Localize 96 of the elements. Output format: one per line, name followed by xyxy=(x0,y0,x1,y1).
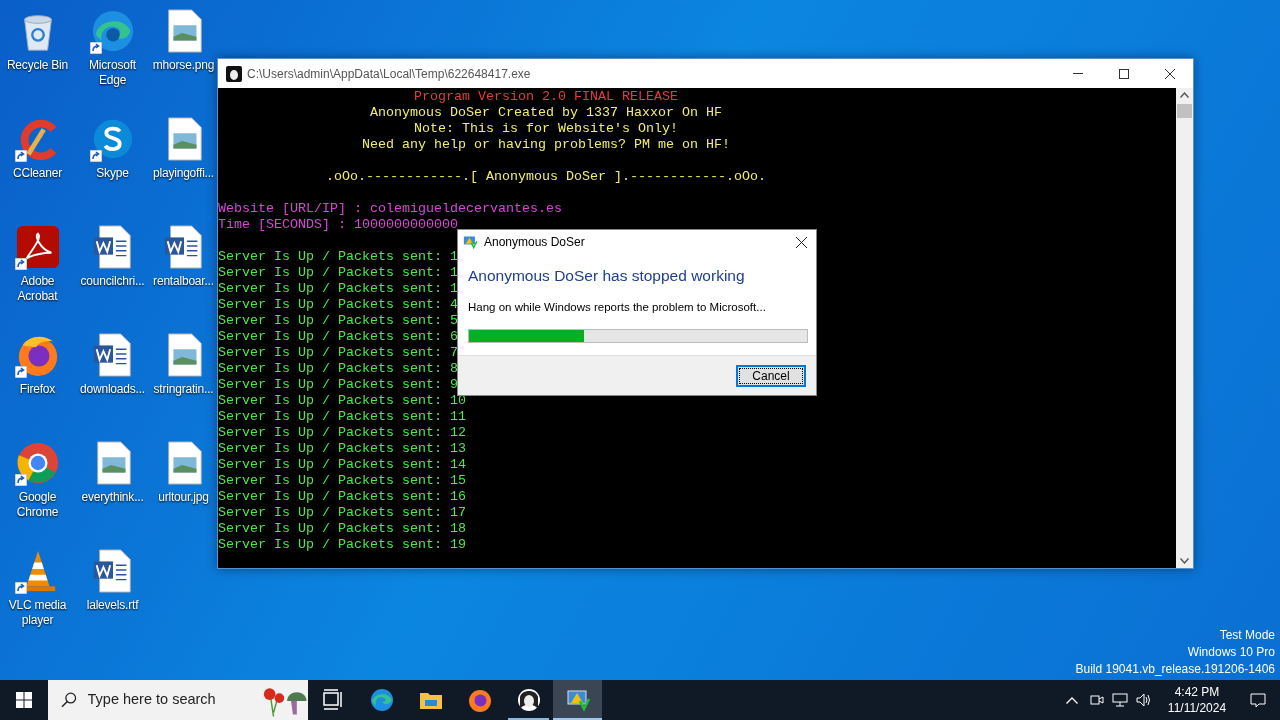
console-line: Server Is Up / Packets sent: 1 xyxy=(218,249,458,264)
window-title: C:\Users\admin\AppData\Local\Temp\622648417.exe xyxy=(247,65,532,83)
shortcut-label: rentalboar... xyxy=(153,274,214,289)
wave-logo-icon xyxy=(368,687,395,713)
windows-edition-text: Windows 10 Pro xyxy=(1187,644,1275,661)
scrollbar-thumb[interactable] xyxy=(1177,104,1192,118)
fox-globe-logo-icon xyxy=(466,687,493,713)
console-line: Server Is Up / Packets sent: 1 xyxy=(218,265,458,280)
console-line: Server Is Up / Packets sent: 13 xyxy=(218,441,466,456)
shortcut-label: Recycle Bin xyxy=(6,58,69,73)
scroll-up-icon xyxy=(1180,92,1189,98)
shortcut-label: Skype xyxy=(96,166,129,181)
close-icon xyxy=(795,236,807,248)
shortcut-label: lalevels.rtf xyxy=(86,598,139,613)
desktop-shortcut[interactable]: CCleaner xyxy=(0,114,75,183)
close-icon xyxy=(1165,68,1175,79)
camera-icon[interactable] xyxy=(1090,693,1104,707)
console-line: Server Is Up / Packets sent: 18 xyxy=(218,521,466,536)
desktop-shortcut[interactable]: playingoffi... xyxy=(150,114,217,183)
console-line: Server Is Up / Packets sent: 16 xyxy=(218,489,466,504)
clock-date: 11/11/2024 xyxy=(1167,700,1227,716)
console-line: Website [URL/IP] : colemigueldecervantes.es xyxy=(218,201,562,216)
desktop-shortcut[interactable]: lalevels.rtf xyxy=(75,546,150,615)
console-line: Server Is Up / Packets sent: 14 xyxy=(218,457,466,472)
running-indicator xyxy=(508,718,549,720)
console-line: Server Is Up / Packets sent: 12 xyxy=(218,425,466,440)
console-line: Server Is Up / Packets sent: 7 xyxy=(218,345,458,360)
shortcut-label: everythink... xyxy=(81,490,144,505)
console-line: Need any help or having problems? PM me on HF! xyxy=(362,137,730,152)
dialog-message: Hang on while Windows reports the problem to Microsoft... xyxy=(468,300,767,316)
shortcut-label: CCleaner xyxy=(12,166,63,181)
speech-bubble-icon xyxy=(1250,692,1266,708)
clock[interactable]: 4:42 PM 11/11/2024 xyxy=(1158,684,1236,716)
shortcut-label: VLC media player xyxy=(7,598,68,628)
desktop-shortcut[interactable]: rentalboar... xyxy=(150,222,217,291)
console-line: Server Is Up / Packets sent: 17 xyxy=(218,505,466,520)
windows-edition-text: Build 19041.vb_release.191206-1406 xyxy=(1075,661,1275,678)
desktop-shortcut[interactable]: Google Chrome xyxy=(0,438,75,522)
masked-figure-icon xyxy=(226,65,242,82)
speaker-icon[interactable] xyxy=(1136,693,1152,707)
maximize-icon xyxy=(1119,68,1129,79)
console-line: Time [SECONDS] : 1000000000000 xyxy=(218,217,458,232)
dialog-heading: Anonymous DoSer has stopped working xyxy=(468,266,746,286)
console-line: Server Is Up / Packets sent: 4 xyxy=(218,297,458,312)
search-field[interactable]: Type here to search xyxy=(87,689,258,711)
cancel-button[interactable]: Cancel xyxy=(736,364,806,387)
scroll-down-icon xyxy=(1180,558,1189,564)
masked-figure-icon xyxy=(515,687,542,713)
console-line: Server Is Up / Packets sent: 11 xyxy=(218,409,466,424)
shortcut-label: Microsoft Edge xyxy=(88,58,137,88)
clock-time: 4:42 PM xyxy=(1174,684,1220,700)
console-line: Server Is Up / Packets sent: 1 xyxy=(218,281,458,296)
desktop-shortcut[interactable]: stringratin... xyxy=(150,330,217,399)
desktop-shortcut[interactable]: mhorse.png xyxy=(150,6,217,75)
desktop-shortcut[interactable]: everythink... xyxy=(75,438,150,507)
desktop-shortcut[interactable]: councilchri... xyxy=(75,222,150,291)
desktop-shortcut[interactable]: Microsoft Edge xyxy=(75,6,150,90)
console-line: Server Is Up / Packets sent: 9 xyxy=(218,377,458,392)
windows-edition-text: Test Mode xyxy=(1219,627,1275,644)
console-line: .oOo.------------.[ Anonymous DoSer ].------------.oOo. xyxy=(326,169,766,184)
warning-monitor-icon xyxy=(564,687,591,713)
desktop-shortcut[interactable]: downloads... xyxy=(75,330,150,399)
console-line: Server Is Up / Packets sent: 8 xyxy=(218,361,458,376)
desktop-shortcut[interactable]: Adobe Acrobat xyxy=(0,222,75,306)
shortcut-label: stringratin... xyxy=(153,382,214,397)
shortcut-label: playingoffi... xyxy=(153,166,214,181)
shortcut-label: Google Chrome xyxy=(15,490,60,520)
search-icon xyxy=(61,692,77,708)
console-line: Server Is Up / Packets sent: 5 xyxy=(218,313,458,328)
chevron-up-icon[interactable] xyxy=(1066,696,1078,704)
dialog-title: Anonymous DoSer xyxy=(484,234,586,251)
shortcut-label: urltour.jpg xyxy=(158,490,209,505)
running-indicator xyxy=(553,718,602,720)
console-line: Note: This is for Website's Only! xyxy=(414,121,678,136)
console-line: Server Is Up / Packets sent: 15 xyxy=(218,473,466,488)
minimize-icon xyxy=(1073,73,1083,74)
desktop-shortcut[interactable]: Firefox xyxy=(0,330,75,399)
console-line: Server Is Up / Packets sent: 19 xyxy=(218,537,466,552)
shortcut-label: mhorse.png xyxy=(152,58,215,73)
console-line: Server Is Up / Packets sent: 6 xyxy=(218,329,458,344)
shortcut-label: councilchri... xyxy=(80,274,145,289)
search-bar[interactable]: Type here to search xyxy=(48,680,308,720)
desktop-shortcut[interactable]: VLC media player xyxy=(0,546,75,630)
network-icon[interactable] xyxy=(1112,693,1128,707)
scrollbar[interactable] xyxy=(1176,88,1193,568)
shortcut-label: Firefox xyxy=(19,382,56,397)
windows-logo-icon xyxy=(16,692,32,708)
pdf-logo-icon xyxy=(14,224,61,270)
warning-monitor-icon xyxy=(462,234,478,250)
shortcut-label: Adobe Acrobat xyxy=(16,274,59,304)
console-line: Anonymous DoSer Created by 1337 Haxxor On HF xyxy=(370,105,722,120)
desktop-shortcut[interactable]: Recycle Bin xyxy=(0,6,75,75)
console-line: Program Version 2.0 FINAL RELEASE xyxy=(414,89,678,104)
desktop-shortcut[interactable]: Skype xyxy=(75,114,150,183)
desktop-shortcut[interactable]: urltour.jpg xyxy=(150,438,217,507)
shortcut-label: downloads... xyxy=(80,382,145,397)
